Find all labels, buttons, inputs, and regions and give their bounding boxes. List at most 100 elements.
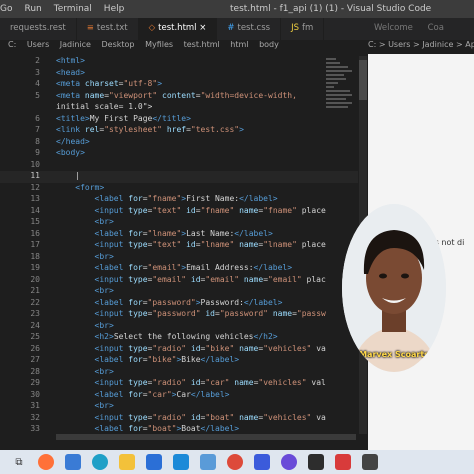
file-icon: JS xyxy=(291,23,299,33)
code-line[interactable]: 13 <label for="fname">First Name:</label… xyxy=(0,194,277,206)
edge-icon[interactable] xyxy=(92,454,108,470)
tab-test-txt[interactable]: ≡ test.txt xyxy=(77,18,139,40)
tab-requests-rest[interactable]: requests.rest xyxy=(0,18,77,40)
code-line[interactable]: 6 <title>My First Page</title> xyxy=(0,114,191,126)
line-number: 17 xyxy=(30,240,40,249)
code-line[interactable]: 16 <label for="lname">Last Name:</label> xyxy=(0,228,272,241)
breadcrumb: C: Users Jadinice Desktop Myfiles test.h… xyxy=(0,40,368,54)
code-line[interactable]: 7 <link rel="stylesheet" href="test.css"> xyxy=(0,125,244,137)
line-number: 15 xyxy=(30,217,40,226)
code-line[interactable]: 18 <br> xyxy=(0,251,113,264)
code-line[interactable]: 5 <meta name="viewport" content="width=de… xyxy=(0,91,297,103)
breadcrumb-users[interactable]: Users xyxy=(27,40,49,49)
line-number: 16 xyxy=(30,228,40,238)
code-line[interactable]: 11 | xyxy=(0,171,358,183)
code-line[interactable]: 29 <input type="radio" id="car" name="ve… xyxy=(0,378,325,390)
horizontal-scrollbar[interactable] xyxy=(56,434,356,440)
camera-icon[interactable] xyxy=(362,454,378,470)
menu-go[interactable]: Go xyxy=(0,4,12,14)
breadcrumb-desktop[interactable]: Desktop xyxy=(102,40,135,49)
tab-coa[interactable]: Coa xyxy=(422,18,450,38)
line-number: 22 xyxy=(30,297,40,307)
tab-test-html[interactable]: ◇ test.html × xyxy=(138,18,218,40)
tab-welcome[interactable]: Welcome xyxy=(368,18,419,38)
code-line[interactable]: 25 <h2>Select the following vehicles</h2… xyxy=(0,332,277,344)
code-line[interactable]: 21 <br> xyxy=(0,286,113,298)
code-line[interactable]: 31 <br> xyxy=(0,401,113,413)
code-line[interactable]: initial scale= 1.0"> xyxy=(0,102,152,114)
breadcrumb-file[interactable]: test.html xyxy=(184,40,220,49)
code-line[interactable]: 4 <meta charset="utf-8"> xyxy=(0,79,162,91)
code-line[interactable]: 9 <body> xyxy=(0,148,85,160)
line-number: 19 xyxy=(30,263,40,272)
code-text: <body> xyxy=(56,148,85,157)
breadcrumb-body[interactable]: body xyxy=(259,40,279,49)
taskbar: ⧉ xyxy=(0,450,474,474)
code-line[interactable]: 3 <head> xyxy=(0,68,85,80)
menu-help[interactable]: Help xyxy=(104,4,125,14)
vscode-icon[interactable] xyxy=(173,454,189,470)
presenter-image xyxy=(342,204,446,372)
code-editor[interactable]: 2 <html> 3 <head> 4 <meta charset="utf-8"> 5 <m… xyxy=(0,56,358,434)
code-line[interactable]: 15 <br> xyxy=(0,217,113,229)
code-text: <label for="car">Car</label> xyxy=(94,389,230,399)
task-view-icon[interactable]: ⧉ xyxy=(11,454,27,470)
code-text: <title>My First Page</title> xyxy=(56,113,191,123)
code-line[interactable]: 12 <form> xyxy=(0,183,104,195)
minimap[interactable] xyxy=(326,56,356,176)
code-line[interactable]: 27 <label for="bike">Bike</label> xyxy=(0,355,239,367)
line-number: 13 xyxy=(30,194,40,203)
code-line[interactable]: 10 xyxy=(0,160,56,172)
code-text: <html> xyxy=(56,56,85,65)
code-text: <label for="email">Email Address:</label… xyxy=(94,263,293,272)
code-text: <form> xyxy=(75,182,105,192)
code-line[interactable]: 2 <html> xyxy=(0,56,85,68)
code-text: <input type="password" id="password" nam… xyxy=(94,309,326,318)
code-line[interactable]: 14 <input type="text" id="fname" name="f… xyxy=(0,206,325,218)
code-text: <label for="password">Password:</label> xyxy=(94,297,283,307)
tab-fm[interactable]: JS fm xyxy=(281,18,325,40)
code-line[interactable]: 26 <input type="radio" id="bike" name="v… xyxy=(0,343,325,356)
code-line[interactable]: 20 <input type="email" id="email" name="… xyxy=(0,275,325,287)
breadcrumb-drive[interactable]: C: xyxy=(8,40,16,49)
breadcrumb-user[interactable]: Jadinice xyxy=(60,40,91,49)
terminal-icon[interactable] xyxy=(308,454,324,470)
code-line[interactable]: 32 <input type="radio" id="boat" name="v… xyxy=(0,413,325,425)
code-text: <br> xyxy=(94,366,114,376)
line-number: 11 xyxy=(30,171,40,180)
line-number: 26 xyxy=(30,343,40,353)
menu-run[interactable]: Run xyxy=(24,4,41,14)
file-explorer-icon[interactable] xyxy=(119,454,135,470)
code-line[interactable]: 30 <label for="car">Car</label> xyxy=(0,390,229,402)
firefox-icon[interactable] xyxy=(38,454,54,470)
line-number: 18 xyxy=(30,251,40,261)
photos-icon[interactable] xyxy=(200,454,216,470)
media-icon[interactable] xyxy=(281,454,297,470)
breadcrumb-html[interactable]: html xyxy=(230,40,248,49)
line-number: 9 xyxy=(35,148,40,157)
mail-icon[interactable] xyxy=(146,454,162,470)
code-line[interactable]: 24 <br> xyxy=(0,321,113,333)
code-line[interactable]: 19 <label for="email">Email Address:</la… xyxy=(0,263,292,275)
code-line[interactable]: 8 </head> xyxy=(0,137,90,149)
windows-security-icon[interactable] xyxy=(254,454,270,470)
line-number: 3 xyxy=(35,67,40,77)
scrollbar-thumb[interactable] xyxy=(359,60,367,100)
menu-terminal[interactable]: Terminal xyxy=(54,4,92,14)
code-text: <meta name="viewport" content="width=dev… xyxy=(56,90,297,100)
code-line[interactable]: 22 <label for="password">Password:</labe… xyxy=(0,298,282,310)
close-icon[interactable]: × xyxy=(199,23,206,33)
code-text: <input type="text" id="lname" name="lnam… xyxy=(94,240,326,249)
chrome-icon[interactable] xyxy=(227,454,243,470)
code-line[interactable]: 23 <input type="password" id="password" … xyxy=(0,309,326,321)
code-line[interactable]: 28 <br> xyxy=(0,366,114,379)
app-icon[interactable] xyxy=(335,454,351,470)
breadcrumb-myfiles[interactable]: Myfiles xyxy=(145,40,173,49)
store-icon[interactable] xyxy=(65,454,81,470)
line-number: 12 xyxy=(30,182,40,192)
code-text: <label for="boat">Boat</label> xyxy=(94,424,240,433)
webcam-overlay: Marvex Scoarts xyxy=(342,204,446,372)
line-number: 6 xyxy=(35,113,40,123)
code-line[interactable]: 17 <input type="text" id="lname" name="l… xyxy=(0,240,326,252)
tab-test-css[interactable]: # test.css xyxy=(217,18,282,40)
